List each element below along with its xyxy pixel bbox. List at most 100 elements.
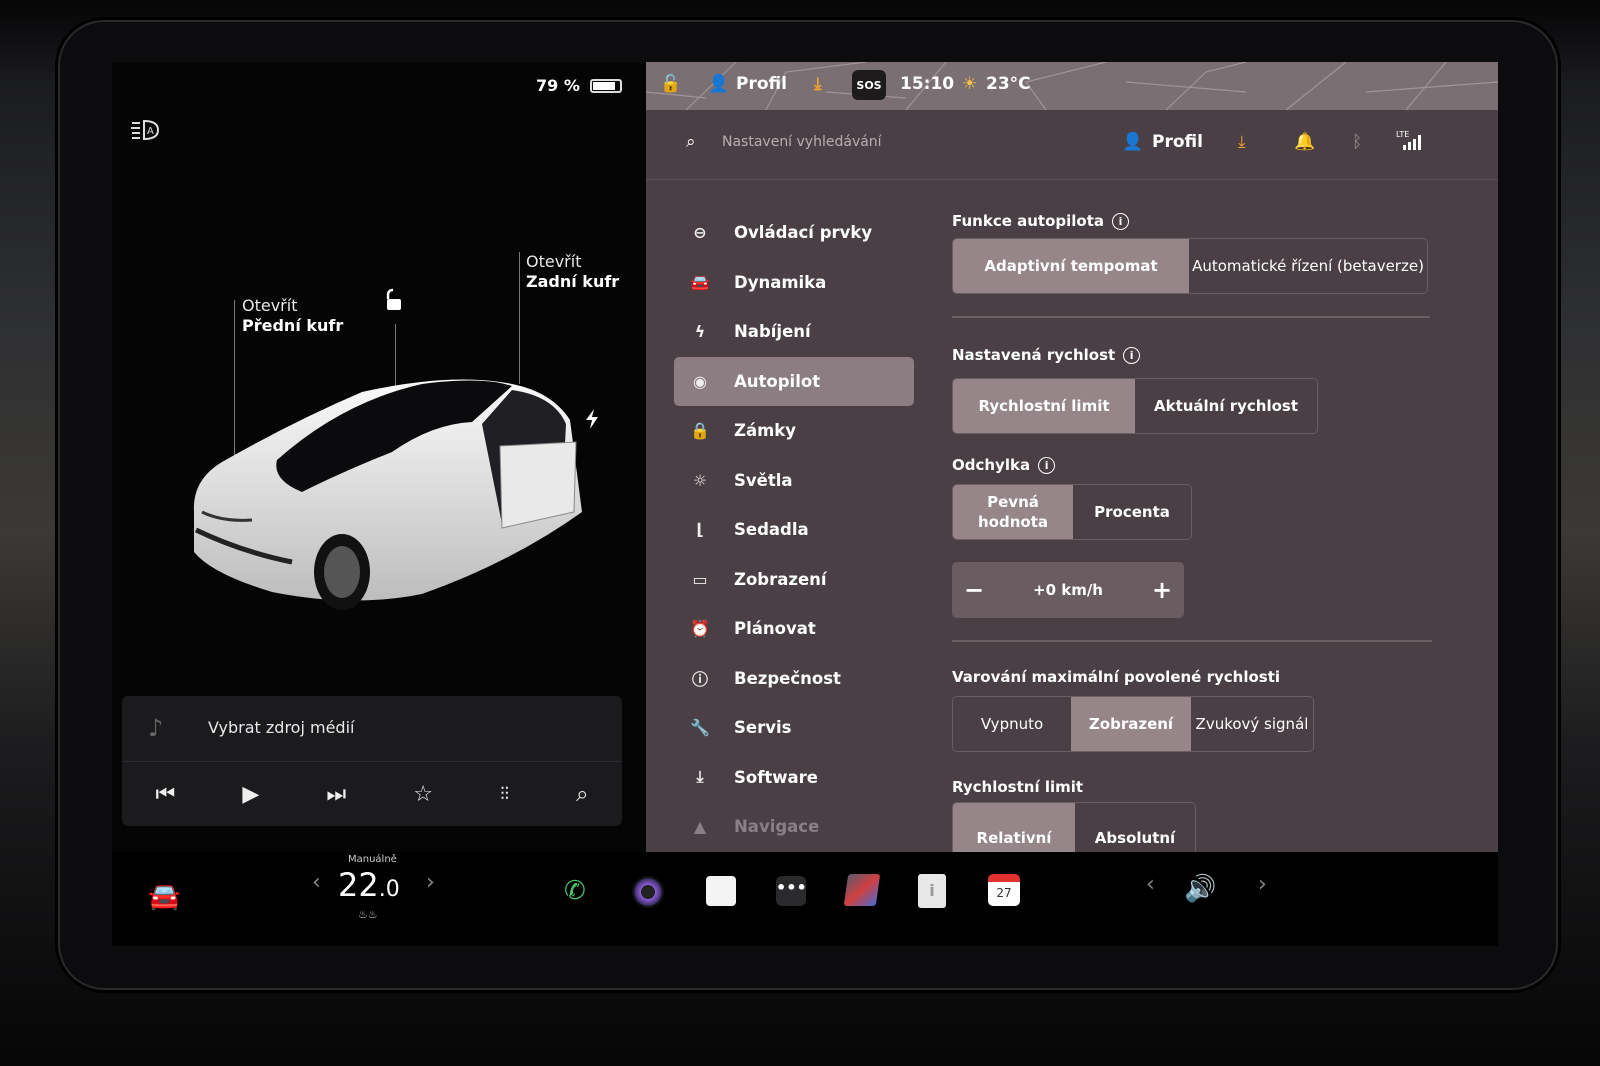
warning-title: Varování maximální povolené rychlosti bbox=[952, 668, 1281, 686]
volume-down-chevron-icon[interactable]: ‹ bbox=[1146, 872, 1155, 897]
previous-track-icon[interactable]: ⏮ bbox=[156, 782, 176, 807]
menu-item-sedadla[interactable]: ⌊ Sedadla bbox=[674, 505, 914, 555]
bell-icon[interactable]: 🔔 bbox=[1294, 132, 1315, 152]
offset-value: +0 km/h bbox=[1033, 581, 1103, 599]
menu-item-svetla[interactable]: ☼ Světla bbox=[674, 456, 914, 506]
option-chime[interactable]: Zvukový signál bbox=[1191, 697, 1313, 751]
option-adaptive-cruise[interactable]: Adaptivní tempomat bbox=[953, 239, 1189, 293]
rear-trunk-label[interactable]: Otevřít Zadní kufr bbox=[526, 252, 619, 292]
info-icon[interactable]: i bbox=[1123, 346, 1141, 364]
option-off[interactable]: Vypnuto bbox=[953, 697, 1071, 751]
navigation-app-icon[interactable] bbox=[843, 874, 881, 906]
info-icon[interactable]: i bbox=[1112, 212, 1130, 230]
climate-mode: Manuálně bbox=[348, 854, 397, 865]
unlock-icon[interactable] bbox=[380, 288, 406, 314]
lock-status-icon[interactable]: 🔓 bbox=[660, 74, 681, 94]
option-relative[interactable]: Relativní bbox=[953, 803, 1075, 852]
menu-item-dynamika[interactable]: 🚘 Dynamika bbox=[674, 258, 914, 308]
offset-title: Odchylka bbox=[952, 456, 1031, 474]
next-track-icon[interactable]: ⏭ bbox=[326, 782, 346, 807]
battery-status: 79 % bbox=[536, 76, 622, 95]
equalizer-icon[interactable]: ⫶⫶ bbox=[500, 784, 509, 805]
download-status-icon[interactable]: ⤓ bbox=[814, 74, 822, 94]
volume-up-chevron-icon[interactable]: › bbox=[1258, 872, 1267, 897]
option-speed-limit[interactable]: Rychlostní limit bbox=[953, 379, 1135, 433]
plus-button[interactable]: + bbox=[1140, 576, 1184, 604]
header-profile[interactable]: Profil bbox=[1152, 132, 1203, 152]
menu-label: Software bbox=[734, 767, 818, 787]
profile-icon[interactable]: 👤 bbox=[708, 74, 729, 94]
status-time: 15:10 bbox=[900, 74, 955, 94]
option-absolute[interactable]: Absolutní bbox=[1075, 803, 1195, 852]
temp-down-chevron-icon[interactable]: ‹ bbox=[312, 870, 321, 895]
option-current-speed[interactable]: Aktuální rychlost bbox=[1135, 379, 1317, 433]
defrost-icons[interactable]: ♨♨ bbox=[358, 908, 378, 921]
settings-menu: ⊖ Ovládací prvky 🚘 Dynamika ϟ Nabíjení ◉ Aut… bbox=[674, 208, 914, 852]
camera-icon[interactable] bbox=[632, 876, 664, 908]
notes-icon[interactable] bbox=[706, 876, 736, 906]
menu-label: Zámky bbox=[734, 421, 797, 441]
front-trunk-label[interactable]: Otevřít Přední kufr bbox=[242, 296, 343, 336]
speed-limit-selector: Relativní Absolutní bbox=[952, 802, 1196, 852]
option-percent[interactable]: Procenta bbox=[1073, 485, 1191, 539]
search-icon: ⌕ bbox=[686, 132, 696, 152]
menu-item-ovladaci-prvky[interactable]: ⊖ Ovládací prvky bbox=[674, 208, 914, 258]
favorite-star-icon[interactable]: ☆ bbox=[413, 782, 433, 807]
clock-icon: ⏰ bbox=[690, 619, 710, 639]
menu-item-servis[interactable]: 🔧 Servis bbox=[674, 703, 914, 753]
autopilot-features-selector: Adaptivní tempomat Automatické řízení (b… bbox=[952, 238, 1428, 294]
status-profile[interactable]: Profil bbox=[736, 74, 787, 94]
status-temperature: 23°C bbox=[986, 74, 1031, 94]
option-autosteer[interactable]: Automatické řízení (betaverze) bbox=[1189, 239, 1427, 293]
media-controls: ⏮ ▶ ⏭ ☆ ⫶⫶ ⌕ bbox=[122, 762, 622, 826]
option-display[interactable]: Zobrazení bbox=[1071, 697, 1191, 751]
menu-item-software[interactable]: ⤓ Software bbox=[674, 753, 914, 803]
menu-item-zobrazeni[interactable]: ▭ Zobrazení bbox=[674, 555, 914, 605]
settings-panel: 🔓 👤 Profil ⤓ SOS 15:10 ☀ 23°C ⌕ Nastaven… bbox=[646, 62, 1498, 852]
menu-item-zamky[interactable]: 🔒 Zámky bbox=[674, 406, 914, 456]
auto-headlights-icon[interactable]: A bbox=[128, 118, 160, 142]
sos-button[interactable]: SOS bbox=[852, 70, 886, 100]
phone-icon[interactable]: ✆ bbox=[564, 876, 586, 906]
menu-item-navigace[interactable]: ▲ Navigace bbox=[674, 802, 914, 852]
features-title: Funkce autopilota bbox=[952, 212, 1105, 230]
rear-trunk-name: Zadní kufr bbox=[526, 272, 620, 291]
offset-stepper: − +0 km/h + bbox=[952, 562, 1184, 618]
set-speed-selector: Rychlostní limit Aktuální rychlost bbox=[952, 378, 1318, 434]
info-icon[interactable]: i bbox=[1038, 456, 1056, 474]
bluetooth-icon[interactable]: ᛒ bbox=[1352, 132, 1362, 152]
sun-icon: ☼ bbox=[692, 470, 708, 490]
calendar-icon[interactable]: 27 bbox=[988, 874, 1020, 906]
touchscreen: A 79 % Otevřít Přední kufr Otevřít Zadní… bbox=[112, 62, 1498, 946]
media-source-selector[interactable]: ♪ Vybrat zdroj médií bbox=[122, 696, 622, 762]
media-search-icon[interactable]: ⌕ bbox=[576, 782, 588, 807]
menu-label: Autopilot bbox=[734, 371, 821, 391]
download-icon[interactable]: ⤓ bbox=[1238, 132, 1246, 152]
play-icon[interactable]: ▶ bbox=[242, 782, 259, 807]
signal-strength-icon bbox=[1403, 135, 1421, 150]
menu-item-bezpecnost[interactable]: ⓘ Bezpečnost bbox=[674, 654, 914, 704]
sun-weather-icon: ☀ bbox=[962, 74, 978, 94]
more-apps-icon[interactable]: ••• bbox=[776, 876, 807, 906]
profile-header-icon[interactable]: 👤 bbox=[1122, 132, 1143, 152]
divider bbox=[952, 640, 1432, 642]
volume-icon[interactable]: 🔊 bbox=[1184, 874, 1216, 904]
option-fixed-value[interactable]: Pevná hodnota bbox=[953, 485, 1073, 539]
car-controls-icon[interactable]: 🚘 bbox=[148, 882, 180, 912]
temp-up-chevron-icon[interactable]: › bbox=[426, 870, 435, 895]
cabin-temperature[interactable]: 22 .0 bbox=[338, 866, 400, 904]
menu-item-nabijeni[interactable]: ϟ Nabíjení bbox=[674, 307, 914, 357]
set-speed-heading: Nastavená rychlost i bbox=[952, 346, 1141, 364]
temp-decimal: .0 bbox=[378, 877, 400, 902]
media-source-label: Vybrat zdroj médií bbox=[208, 718, 355, 737]
toggle-icon: ⊖ bbox=[693, 223, 707, 243]
minus-button[interactable]: − bbox=[952, 576, 996, 604]
navigation-icon: ▲ bbox=[693, 817, 707, 837]
battery-percent: 79 % bbox=[536, 76, 580, 95]
manual-icon[interactable]: i bbox=[918, 874, 946, 908]
temp-integer: 22 bbox=[338, 866, 379, 904]
menu-label: Světla bbox=[734, 470, 793, 490]
menu-item-planovat[interactable]: ⏰ Plánovat bbox=[674, 604, 914, 654]
menu-item-autopilot[interactable]: ◉ Autopilot bbox=[674, 356, 914, 406]
settings-search-bar[interactable]: ⌕ Nastavení vyhledávání 👤 Profil ⤓ 🔔 ᛒ L… bbox=[646, 110, 1498, 180]
